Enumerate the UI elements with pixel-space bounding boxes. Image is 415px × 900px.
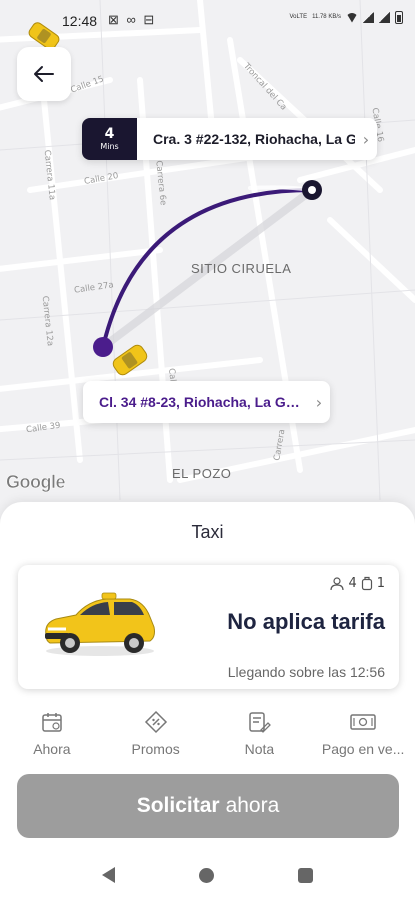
eta-unit: Mins [100,141,119,151]
notification-icons: ⊠ ∞ ⊟ [108,12,157,27]
option-label: Ahora [33,741,71,757]
origin-marker [93,337,113,357]
destination-address: Cra. 3 #22-132, Riohacha, La Guajira [153,131,355,147]
luggage-icon [361,576,372,591]
calendar-icon [42,713,62,732]
eta-badge: 4 Mins [82,118,137,160]
system-nav-bar [0,850,415,900]
option-nota[interactable]: Nota [208,709,312,765]
nav-home-icon[interactable] [199,867,214,883]
back-button[interactable] [17,47,71,101]
service-card[interactable]: 4 1 No aplica tarifa Llegando sobre las … [18,565,399,689]
person-icon [330,576,345,590]
google-logo: Google [6,472,66,493]
option-pago[interactable]: Pago en ve... [311,709,415,765]
signal-icon [379,12,390,23]
nav-back-icon[interactable] [102,867,115,883]
request-label-rest: ahora [225,794,280,817]
fare-label: No aplica tarifa [227,609,385,634]
origin-pill[interactable]: Cl. 34 #8-23, Riohacha, La Guajira › [83,381,330,423]
nav-recents-icon[interactable] [298,867,313,883]
origin-address: Cl. 34 #8-23, Riohacha, La Guajira [99,394,308,410]
option-promos[interactable]: Promos [104,709,208,765]
area-label: EL POZO [172,466,232,481]
battery-icon [395,11,403,24]
option-ahora[interactable]: Ahora [0,709,104,765]
area-label: SITIO CIRUELA [191,261,292,276]
ride-sheet: Taxi 4 1 No aplica tarifa Llegando sobre… [0,502,415,900]
eta-number: 4 [104,125,115,142]
request-label-bold: Solicitar [136,794,220,817]
capacity-info: 4 1 [330,576,385,591]
signal-icon [363,12,374,23]
status-right: VoLTE 11.78 KB/s [289,11,403,24]
status-bar: 12:48 ⊠ ∞ ⊟ VoLTE 11.78 KB/s [0,0,415,42]
option-label: Nota [244,741,275,757]
luggage-count: 1 [376,576,385,591]
note-icon [249,712,272,733]
arrow-left-icon [34,66,54,82]
arrival-time: Llegando sobre las 12:56 [227,664,385,680]
cash-icon [350,714,376,730]
wifi-icon [346,12,358,23]
chevron-right-icon: › [362,129,370,149]
service-title: Taxi [191,522,224,542]
option-label: Pago en ve... [321,741,405,757]
chevron-right-icon: › [315,392,323,412]
passenger-count: 4 [348,576,357,591]
network-label: VoLTE [289,14,308,20]
status-time: 12:48 [62,13,98,29]
destination-pill[interactable]: 4 Mins Cra. 3 #22-132, Riohacha, La Guaj… [82,118,377,160]
taxi-car-image [45,592,155,656]
option-label: Promos [131,741,180,757]
ride-options: Ahora Promos Nota Pago en ve... [0,709,415,765]
request-ride-button[interactable]: Solicitar ahora [17,774,399,838]
map-view[interactable]: Calle 15 Troncal del Ca Carrera 11a Call… [0,0,415,560]
speed-label: 11.78 KB/s [312,14,341,20]
promo-tag-icon [144,710,167,734]
